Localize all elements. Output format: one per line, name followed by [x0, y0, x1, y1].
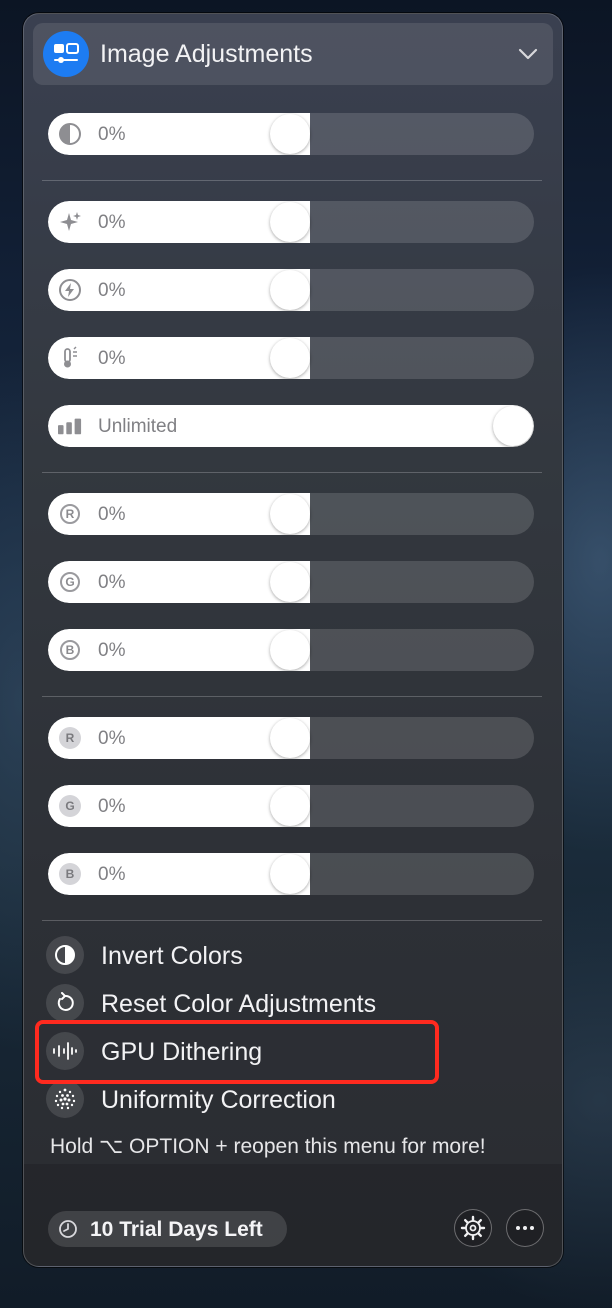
section-divider — [42, 920, 542, 921]
slider-knob[interactable] — [270, 202, 310, 242]
contrast-icon — [58, 122, 82, 146]
image-adjustments-panel: Image Adjustments 0% 0% 0% 0% Unlimited … — [23, 13, 563, 1267]
reset-icon — [46, 984, 84, 1022]
red-offset-slider[interactable]: R 0% — [48, 717, 534, 759]
blue-offset-slider[interactable]: B 0% — [48, 853, 534, 895]
bars-icon — [58, 414, 82, 438]
slider-knob[interactable] — [270, 786, 310, 826]
chevron-down-icon[interactable] — [517, 43, 539, 65]
slider-knob[interactable] — [270, 270, 310, 310]
reset-color-adjustments-item[interactable]: Reset Color Adjustments — [46, 983, 526, 1023]
ellipsis-icon — [516, 1226, 534, 1230]
option-hint-text: Hold ⌥ OPTION + reopen this menu for mor… — [50, 1135, 486, 1158]
slider-knob[interactable] — [270, 494, 310, 534]
thermometer-icon — [58, 346, 82, 370]
red-gain-slider[interactable]: R 0% — [48, 493, 534, 535]
gamma-slider[interactable]: 0% — [48, 269, 534, 311]
slider-knob[interactable] — [270, 338, 310, 378]
gear-icon — [460, 1215, 486, 1241]
sharpness-slider[interactable]: 0% — [48, 201, 534, 243]
contrast-slider[interactable]: 0% — [48, 113, 534, 155]
slider-value: 0% — [98, 572, 126, 593]
b-fill-icon: B — [58, 862, 82, 886]
slider-knob[interactable] — [270, 718, 310, 758]
clock-icon — [59, 1220, 77, 1238]
temperature-slider[interactable]: 0% — [48, 337, 534, 379]
slider-knob[interactable] — [493, 406, 533, 446]
r-ring-icon: R — [58, 502, 82, 526]
panel-title: Image Adjustments — [100, 40, 313, 68]
g-ring-icon: G — [58, 570, 82, 594]
section-divider — [42, 180, 542, 181]
slider-knob[interactable] — [270, 854, 310, 894]
r-fill-icon: R — [58, 726, 82, 750]
slider-value: 0% — [98, 728, 126, 749]
slider-value: 0% — [98, 796, 126, 817]
slider-value: 0% — [98, 348, 126, 369]
display-adjust-icon — [43, 31, 89, 77]
slider-knob[interactable] — [270, 114, 310, 154]
trial-days-badge[interactable]: 10 Trial Days Left — [48, 1211, 287, 1247]
section-divider — [42, 472, 542, 473]
slider-value: Unlimited — [98, 416, 178, 437]
slider-value: 0% — [98, 864, 126, 885]
highlight-box — [35, 1020, 439, 1084]
slider-value: 0% — [98, 280, 126, 301]
slider-value: 0% — [98, 640, 126, 661]
dots-grid-icon — [46, 1080, 84, 1118]
more-options-button[interactable] — [506, 1209, 544, 1247]
slider-knob[interactable] — [270, 630, 310, 670]
uniformity-correction-item[interactable]: Uniformity Correction — [46, 1079, 526, 1119]
slider-value: 0% — [98, 124, 126, 145]
menu-item-label: Invert Colors — [101, 942, 243, 970]
invert-colors-item[interactable]: Invert Colors — [46, 935, 526, 975]
g-fill-icon: G — [58, 794, 82, 818]
panel-header[interactable]: Image Adjustments — [33, 23, 553, 85]
trial-days-label: 10 Trial Days Left — [90, 1218, 263, 1241]
limit-slider[interactable]: Unlimited — [48, 405, 534, 447]
section-divider — [42, 696, 542, 697]
bolt-icon — [58, 278, 82, 302]
invert-icon — [46, 936, 84, 974]
b-ring-icon: B — [58, 638, 82, 662]
green-offset-slider[interactable]: G 0% — [48, 785, 534, 827]
slider-knob[interactable] — [270, 562, 310, 602]
settings-button[interactable] — [454, 1209, 492, 1247]
green-gain-slider[interactable]: G 0% — [48, 561, 534, 603]
slider-value: 0% — [98, 504, 126, 525]
menu-item-label: Reset Color Adjustments — [101, 990, 377, 1018]
menu-item-label: Uniformity Correction — [101, 1086, 336, 1114]
slider-value: 0% — [98, 212, 126, 233]
blue-gain-slider[interactable]: B 0% — [48, 629, 534, 671]
sparkle-icon — [58, 210, 82, 234]
